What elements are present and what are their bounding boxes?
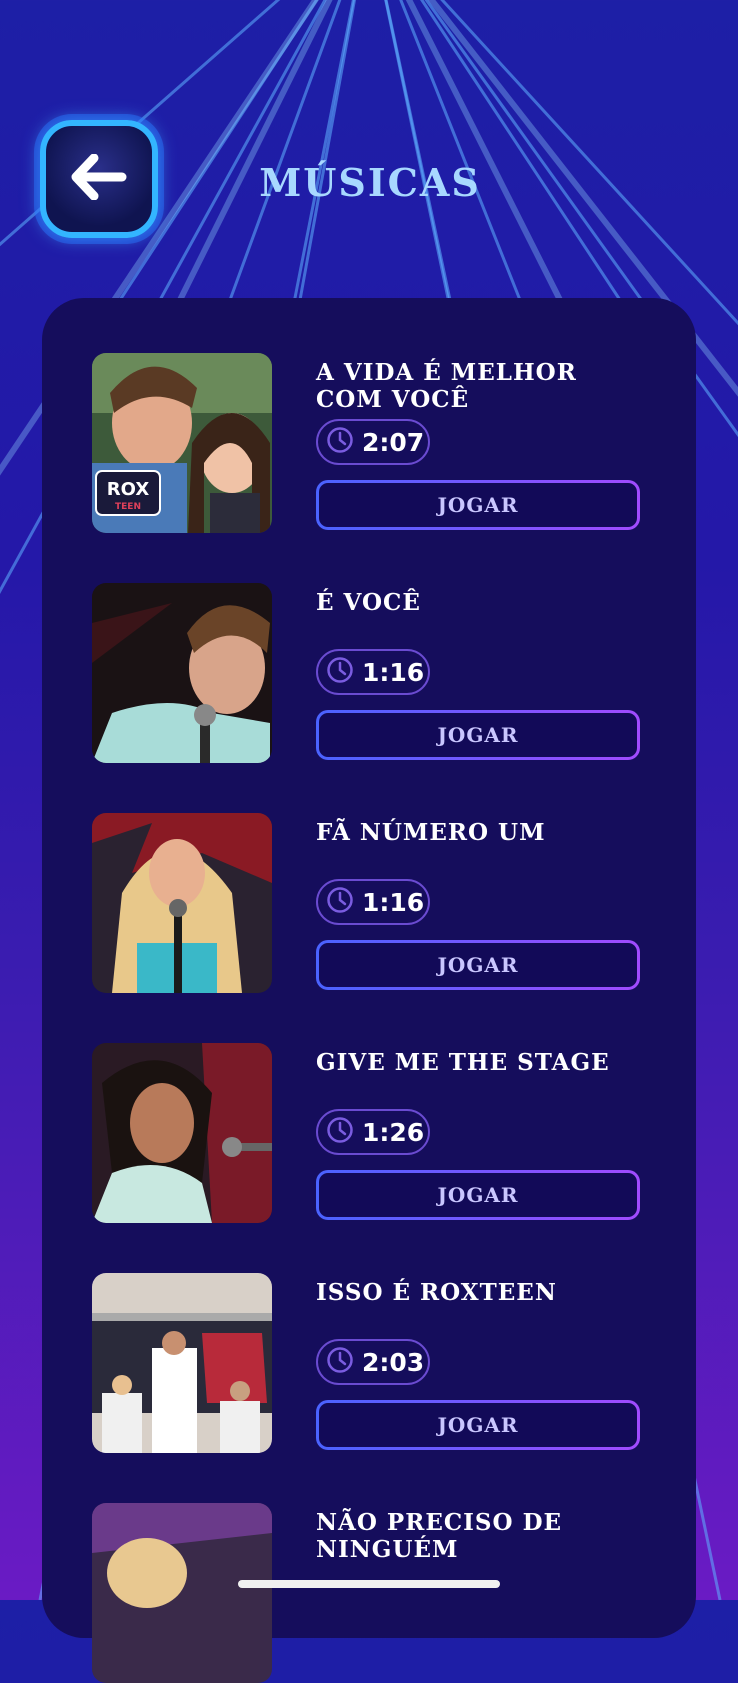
- song-item: ISSO É ROXTEEN 2:03 JOGAR: [92, 1273, 652, 1453]
- song-thumbnail[interactable]: [92, 1043, 272, 1223]
- song-item: É VOCÊ 1:16 JOGAR: [92, 583, 652, 763]
- song-title: NÃO PRECISO DE NINGUÉM: [316, 1509, 563, 1563]
- svg-text:TEEN: TEEN: [115, 502, 141, 512]
- song-item: GIVE ME THE STAGE 1:26 JOGAR: [92, 1043, 652, 1223]
- duration-value: 2:07: [362, 427, 425, 457]
- song-duration: 2:07: [316, 419, 430, 465]
- duration-value: 1:16: [362, 887, 425, 917]
- duration-value: 1:26: [362, 1117, 425, 1147]
- song-duration: 1:26: [316, 1109, 430, 1155]
- song-title: FÃ NÚMERO UM: [316, 819, 546, 846]
- play-button[interactable]: JOGAR: [316, 710, 640, 760]
- song-item: FÃ NÚMERO UM 1:16 JOGAR: [92, 813, 652, 993]
- song-title: ISSO É ROXTEEN: [316, 1279, 557, 1306]
- back-button[interactable]: [40, 120, 158, 238]
- song-title: A VIDA É MELHOR COM VOCÊ: [316, 359, 577, 413]
- song-item: ROX TEEN A VIDA É MELHOR COM VOCÊ 2:07 J…: [92, 353, 652, 533]
- song-title: É VOCÊ: [316, 589, 421, 616]
- songs-panel[interactable]: ROX TEEN A VIDA É MELHOR COM VOCÊ 2:07 J…: [42, 298, 696, 1683]
- song-item: NÃO PRECISO DE NINGUÉM: [92, 1503, 652, 1683]
- duration-value: 2:03: [362, 1347, 425, 1377]
- duration-value: 1:16: [362, 657, 425, 687]
- song-thumbnail[interactable]: ROX TEEN: [92, 353, 272, 533]
- song-thumbnail[interactable]: [92, 1273, 272, 1453]
- song-thumbnail[interactable]: [92, 583, 272, 763]
- play-button[interactable]: JOGAR: [316, 940, 640, 990]
- song-thumbnail[interactable]: [92, 1503, 272, 1683]
- song-duration: 1:16: [316, 649, 430, 695]
- song-duration: 1:16: [316, 879, 430, 925]
- clock-icon: [326, 656, 354, 688]
- song-title: GIVE ME THE STAGE: [316, 1049, 610, 1076]
- clock-icon: [326, 886, 354, 918]
- play-button[interactable]: JOGAR: [316, 1170, 640, 1220]
- song-duration: 2:03: [316, 1339, 430, 1385]
- song-thumbnail[interactable]: [92, 813, 272, 993]
- play-button[interactable]: JOGAR: [316, 480, 640, 530]
- play-button[interactable]: JOGAR: [316, 1400, 640, 1450]
- page-title: MÚSICAS: [259, 160, 481, 205]
- rox-teen-logo: ROX: [107, 479, 150, 500]
- home-indicator[interactable]: [238, 1580, 500, 1588]
- arrow-left-icon: [70, 153, 128, 204]
- clock-icon: [326, 1346, 354, 1378]
- clock-icon: [326, 1116, 354, 1148]
- clock-icon: [326, 426, 354, 458]
